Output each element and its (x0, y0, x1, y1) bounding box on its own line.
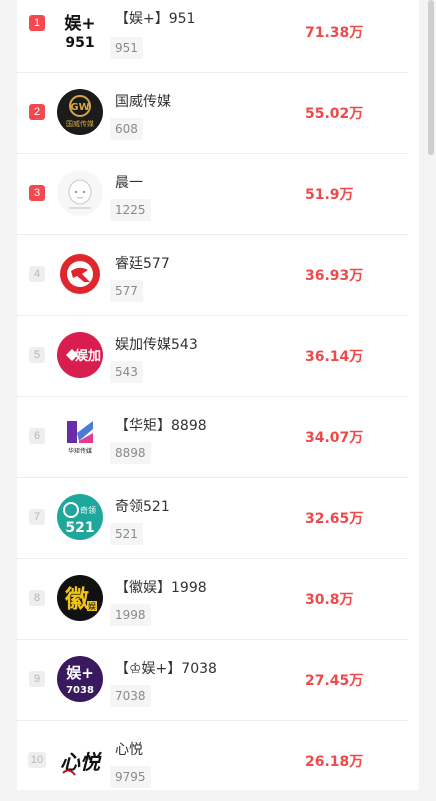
agency-name: 【华矩】8898 (115, 418, 207, 434)
rank-badge: 4 (29, 266, 45, 282)
score-value: 51.9万 (305, 187, 354, 203)
yujia-7038-logo: 娱+ 7038 (57, 656, 103, 702)
agency-id: 521 (110, 523, 143, 545)
ranking-row-2[interactable]: 2 GW 国威传媒 国威传媒 608 55.02万 (17, 73, 408, 154)
score-value: 32.65万 (305, 511, 364, 527)
score-value: 55.02万 (305, 106, 364, 122)
agency-name: 【娱+】951 (115, 11, 196, 27)
logo-text: GW (70, 102, 89, 113)
xinyue-logo: 心悦 (57, 737, 103, 783)
ranking-row-8[interactable]: 8 徽 娱 【徽娱】1998 1998 30.8万 (17, 559, 408, 640)
agency-name: 心悦 (115, 742, 143, 758)
logo-text: 娱+ (66, 664, 94, 682)
ranking-row-4[interactable]: 4 睿廷577 577 36.93万 (17, 235, 408, 316)
rank-badge: 7 (29, 509, 45, 525)
rank-badge: 8 (29, 590, 45, 606)
logo-text: 951 (65, 35, 94, 51)
ranking-row-6[interactable]: 6 华矩传媒 【华矩】8898 8898 34.07万 (17, 397, 408, 478)
agency-id: 577 (110, 280, 143, 302)
score-value: 34.07万 (305, 430, 364, 446)
ranking-row-5[interactable]: 5 娱加 娱加传媒543 543 36.14万 (17, 316, 408, 397)
rank-badge: 2 (29, 104, 45, 120)
score-value: 36.93万 (305, 268, 364, 284)
agency-id: 1225 (110, 199, 151, 221)
logo-text: 国威传媒 (66, 119, 94, 128)
ranking-row-7[interactable]: 7 奇领 521 奇领521 521 32.65万 (17, 478, 408, 559)
rank-badge: 6 (29, 428, 45, 444)
rank-badge: 9 (29, 671, 45, 687)
ranking-row-10[interactable]: 10 心悦 心悦 9795 26.18万 (17, 721, 408, 801)
agency-name: 国威传媒 (115, 94, 171, 110)
rank-badge: 3 (29, 185, 45, 201)
score-value: 71.38万 (305, 25, 364, 41)
logo-text: 娱加 (75, 349, 101, 364)
logo-text: 娱 (88, 602, 96, 611)
logo-text: 奇领 (80, 505, 96, 515)
agency-name: 娱加传媒543 (115, 337, 198, 353)
huiyu-logo: 徽 娱 (57, 575, 103, 621)
score-value: 27.45万 (305, 673, 364, 689)
logo-text: 521 (65, 520, 94, 536)
agency-name: 晨一 (115, 175, 143, 191)
agency-id: 543 (110, 361, 143, 383)
logo-text: 华矩传媒 (68, 447, 92, 455)
agency-id: 7038 (110, 685, 151, 707)
qiling-521-logo: 奇领 521 (57, 494, 103, 540)
agency-id: 951 (110, 37, 143, 59)
logo-text: 娱+ (64, 13, 95, 34)
agency-name: 睿廷577 (115, 256, 170, 272)
yujia-951-logo: 娱+ 951 (57, 6, 103, 52)
yujia-media-logo: 娱加 (57, 332, 103, 378)
logo-text: 徽 (64, 585, 90, 613)
ruiting-logo (57, 251, 103, 297)
ranking-row-1[interactable]: 1 娱+ 951 【娱+】951 951 71.38万 (17, 0, 408, 73)
score-value: 26.18万 (305, 754, 364, 770)
agency-id: 8898 (110, 442, 151, 464)
agency-id: 1998 (110, 604, 151, 626)
agency-name: 【徽娱】1998 (115, 580, 207, 596)
agency-name: 【♔娱+】7038 (115, 661, 217, 677)
score-value: 30.8万 (305, 592, 354, 608)
logo-text: 7038 (66, 685, 94, 696)
ranking-row-9[interactable]: 9 娱+ 7038 【♔娱+】7038 7038 27.45万 (17, 640, 408, 721)
chenyi-cartoon-logo (57, 170, 103, 216)
guowei-media-logo: GW 国威传媒 (57, 89, 103, 135)
ranking-row-3[interactable]: 3 晨一 1225 51.9万 (17, 154, 408, 235)
agency-name: 奇领521 (115, 499, 170, 515)
rank-badge: 10 (28, 752, 46, 768)
agency-id: 608 (110, 118, 143, 140)
huaju-media-logo: 华矩传媒 (57, 413, 103, 459)
rank-badge: 1 (29, 15, 45, 31)
rank-badge: 5 (29, 347, 45, 363)
scrollbar[interactable] (428, 0, 434, 155)
score-value: 36.14万 (305, 349, 364, 365)
